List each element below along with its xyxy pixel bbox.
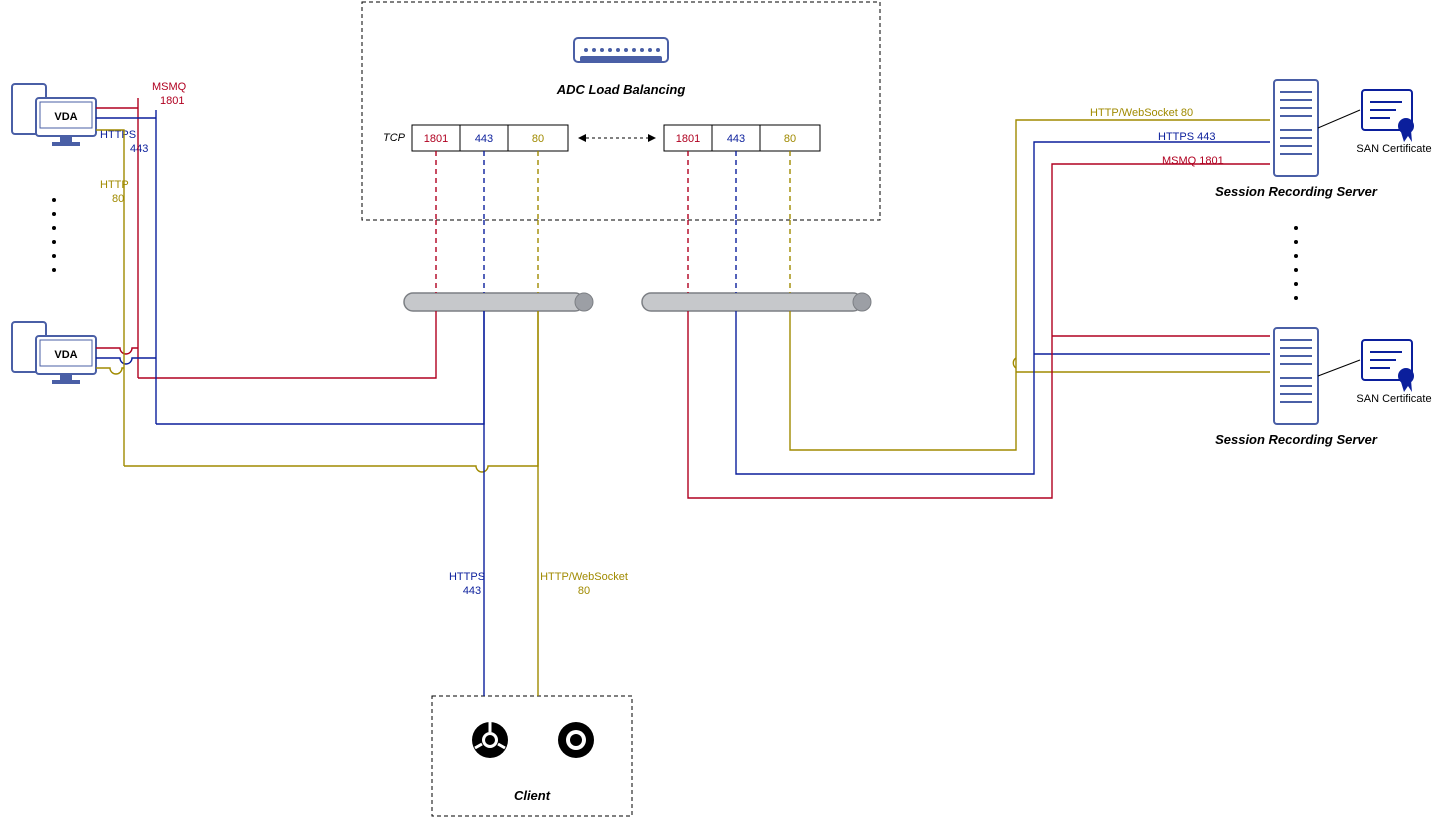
session-recording-server-2: Session Recording Server — [1215, 328, 1378, 447]
port-group-right: 1801 443 80 — [664, 125, 820, 151]
adc-title: ADC Load Balancing — [556, 82, 686, 97]
svg-text:80: 80 — [112, 193, 124, 205]
port-80-left: 80 — [532, 133, 544, 145]
vda-1-label: VDA — [54, 111, 77, 123]
right-protocol-labels: HTTP/WebSocket 80 HTTPS 443 MSMQ 1801 — [1090, 107, 1224, 167]
port-1801-right: 1801 — [676, 133, 700, 145]
svg-text:HTTPS 443: HTTPS 443 — [1158, 131, 1215, 143]
pipe-right-icon — [642, 293, 871, 311]
pipe-left-icon — [404, 293, 593, 311]
cert-2-label: SAN Certificate — [1356, 393, 1431, 405]
port-443-right: 443 — [727, 133, 745, 145]
client-https-2: 443 — [463, 585, 481, 597]
svg-text:MSMQ 1801: MSMQ 1801 — [1162, 155, 1224, 167]
san-certificate-1: SAN Certificate — [1318, 90, 1432, 155]
client-routing: HTTPS 443 HTTP/WebSocket 80 — [449, 311, 628, 696]
session-recording-server-1: Session Recording Server — [1215, 80, 1378, 199]
client-http-2: 80 — [578, 585, 590, 597]
left-protocol-labels: MSMQ 1801 HTTPS 443 HTTP 80 — [100, 81, 187, 205]
client-http-1: HTTP/WebSocket — [540, 571, 628, 583]
client-https-1: HTTPS — [449, 571, 485, 583]
tcp-label-left: TCP — [383, 132, 406, 144]
server-ellipsis-icon — [1294, 226, 1298, 300]
vda-2-label: VDA — [54, 349, 77, 361]
port-group-left: 1801 443 80 — [412, 125, 568, 151]
adc-container: ADC Load Balancing TCP 1801 443 80 1801 … — [362, 2, 880, 220]
firefox-icon — [558, 722, 594, 758]
cert-1-label: SAN Certificate — [1356, 143, 1431, 155]
san-certificate-2: SAN Certificate — [1318, 340, 1432, 405]
svg-text:HTTP/WebSocket 80: HTTP/WebSocket 80 — [1090, 107, 1193, 119]
svg-text:MSMQ: MSMQ — [152, 81, 187, 93]
svg-text:443: 443 — [130, 143, 148, 155]
client-container: Client — [432, 696, 632, 816]
svg-text:HTTPS: HTTPS — [100, 129, 136, 141]
port-443-left: 443 — [475, 133, 493, 145]
server-2-label: Session Recording Server — [1215, 432, 1378, 447]
vda-ellipsis-icon — [52, 198, 56, 272]
port-1801-left: 1801 — [424, 133, 448, 145]
vda-computer-1: VDA — [12, 84, 96, 146]
client-title: Client — [514, 788, 551, 803]
adc-device-icon — [574, 38, 668, 62]
port-80-right: 80 — [784, 133, 796, 145]
server-1-label: Session Recording Server — [1215, 184, 1378, 199]
vda-computer-2: VDA — [12, 322, 96, 384]
chrome-icon — [472, 722, 508, 758]
svg-text:1801: 1801 — [160, 95, 184, 107]
